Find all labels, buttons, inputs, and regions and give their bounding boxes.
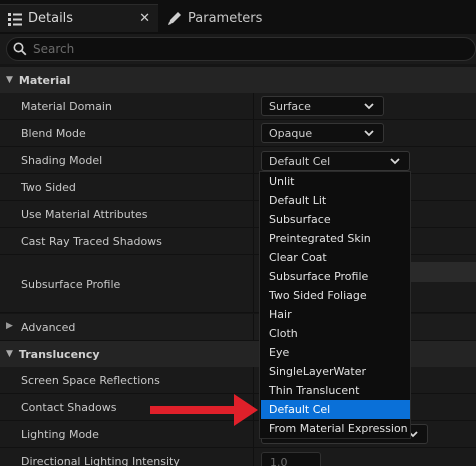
category-material[interactable]: ▼ Material	[0, 67, 476, 93]
tab-parameters-label: Parameters	[188, 10, 263, 26]
shading-model-value: Default Cel	[269, 154, 331, 168]
cast-ray-traced-shadows-label: Cast Ray Traced Shadows	[21, 235, 162, 248]
tab-bar: Details ✕ Parameters	[0, 0, 476, 34]
search-input[interactable]	[33, 42, 453, 56]
search-icon	[13, 42, 27, 56]
chevron-right-icon: ▶	[6, 321, 13, 331]
shading-model-combo[interactable]: Default Cel	[261, 151, 410, 171]
category-material-label: Material	[18, 73, 71, 87]
two-sided-label: Two Sided	[21, 181, 76, 194]
parameters-pencil-icon	[168, 12, 181, 25]
dropdown-option[interactable]: Unlit	[261, 172, 410, 191]
use-material-attributes-label: Use Material Attributes	[21, 208, 148, 221]
directional-lighting-intensity-label: Directional Lighting Intensity	[21, 455, 180, 466]
dropdown-option-selected[interactable]: Default Cel	[261, 400, 410, 419]
chevron-down-icon: ▼	[6, 75, 13, 85]
tab-details[interactable]: Details ✕	[0, 4, 158, 32]
dropdown-option[interactable]: Subsurface Profile	[261, 267, 410, 286]
property-row-directional-lighting-intensity: Directional Lighting Intensity 1.0	[0, 448, 476, 466]
shading-model-label: Shading Model	[21, 154, 103, 167]
tab-parameters[interactable]: Parameters	[160, 4, 300, 32]
dropdown-option[interactable]: Default Lit	[261, 191, 410, 210]
blend-mode-combo[interactable]: Opaque	[261, 123, 384, 143]
contact-shadows-label: Contact Shadows	[21, 401, 117, 414]
search-row	[0, 34, 476, 64]
material-domain-label: Material Domain	[21, 100, 112, 113]
screen-space-reflections-label: Screen Space Reflections	[21, 374, 160, 387]
chevron-down-icon	[390, 158, 400, 165]
dropdown-option[interactable]: Cloth	[261, 324, 410, 343]
chevron-down-icon	[364, 103, 374, 110]
dropdown-option[interactable]: Thin Translucent	[261, 381, 410, 400]
category-translucency-label: Translucency	[18, 347, 100, 361]
dropdown-option[interactable]: Eye	[261, 343, 410, 362]
blend-mode-value: Opaque	[269, 126, 313, 140]
directional-lighting-intensity-input[interactable]: 1.0	[261, 452, 321, 466]
dropdown-option[interactable]: Subsurface	[261, 210, 410, 229]
blend-mode-label: Blend Mode	[21, 127, 86, 140]
tab-details-label: Details	[28, 11, 74, 26]
lighting-mode-label: Lighting Mode	[21, 428, 99, 441]
search-box[interactable]	[6, 37, 476, 61]
dropdown-option[interactable]: From Material Expression	[261, 419, 410, 438]
property-row-blend-mode: Blend Mode Opaque	[0, 120, 476, 147]
material-domain-value: Surface	[269, 99, 311, 113]
chevron-down-icon: ▼	[6, 349, 13, 359]
annotation-arrow-icon	[150, 394, 258, 426]
shading-model-dropdown-menu: Unlit Default Lit Subsurface Preintegrat…	[259, 171, 411, 439]
property-row-shading-model: Shading Model Default Cel	[0, 147, 476, 174]
dropdown-option[interactable]: Two Sided Foliage	[261, 286, 410, 305]
subsurface-profile-label: Subsurface Profile	[21, 278, 121, 291]
close-icon[interactable]: ✕	[139, 11, 150, 26]
property-row-material-domain: Material Domain Surface	[0, 93, 476, 120]
chevron-down-icon	[364, 130, 374, 137]
material-domain-combo[interactable]: Surface	[261, 96, 384, 116]
details-list-icon	[8, 12, 22, 26]
category-advanced-label: Advanced	[21, 321, 76, 334]
dropdown-option[interactable]: SingleLayerWater	[261, 362, 410, 381]
dropdown-option[interactable]: Clear Coat	[261, 248, 410, 267]
dropdown-option[interactable]: Hair	[261, 305, 410, 324]
directional-lighting-intensity-value: 1.0	[270, 455, 288, 466]
dropdown-option[interactable]: Preintegrated Skin	[261, 229, 410, 248]
